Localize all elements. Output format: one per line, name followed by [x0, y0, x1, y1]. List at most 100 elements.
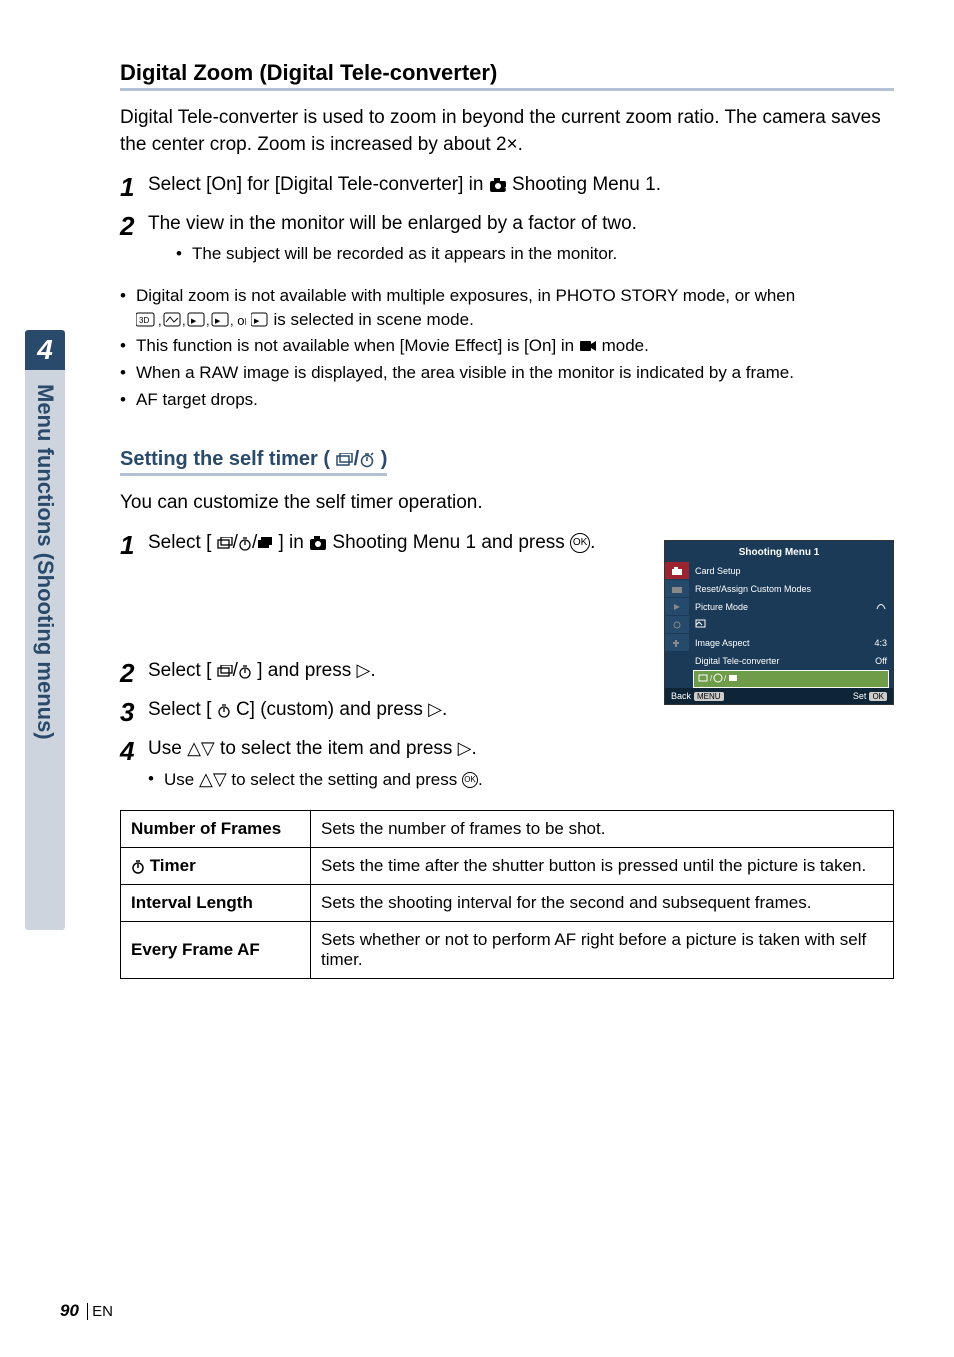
option-label: Every Frame AF — [121, 921, 311, 978]
ok-button-icon: OK — [570, 533, 590, 553]
intro-self-timer: You can customize the self timer operati… — [120, 490, 894, 517]
note-item: Digital zoom is not available with multi… — [120, 284, 894, 332]
note-item: When a RAW image is displayed, the area … — [120, 361, 894, 385]
step-number: 2 — [120, 658, 148, 689]
page-number: 90 — [60, 1301, 79, 1320]
step-text: The view in the monitor will be enlarged… — [148, 213, 637, 234]
drive-timer-highlight-icon: // — [698, 673, 738, 683]
image-quality-icon — [695, 619, 707, 629]
svg-text:, or: , or — [230, 313, 246, 328]
svg-text:,: , — [206, 313, 210, 328]
down-arrow-icon: ▽ — [213, 769, 227, 789]
table-row: Every Frame AF Sets whether or not to pe… — [121, 921, 894, 978]
option-desc: Sets the number of frames to be shot. — [311, 810, 894, 847]
option-desc: Sets the time after the shutter button i… — [311, 847, 894, 884]
lcd-row — [689, 616, 893, 634]
lcd-title: Shooting Menu 1 — [665, 545, 893, 562]
svg-text:,: , — [158, 313, 162, 328]
option-label: Timer — [121, 847, 311, 884]
ok-button-icon: OK — [462, 772, 478, 788]
scene-mode-icons: 3D, Panorama, e-Portrait group 3D , , ▶ … — [136, 312, 246, 328]
option-label: Number of Frames — [121, 810, 311, 847]
step-text: ] in — [279, 532, 310, 553]
ok-button-label: OK — [869, 692, 887, 701]
lcd-tab-custom — [665, 616, 689, 634]
self-timer-options-table: Number of Frames Sets the number of fram… — [120, 810, 894, 979]
page-lang: EN — [92, 1303, 113, 1320]
page-container: 4 Menu functions (Shooting menus) Digita… — [0, 0, 954, 1357]
intro-digital-zoom: Digital Tele-converter is used to zoom i… — [120, 105, 894, 158]
menu-button-label: MENU — [694, 692, 724, 701]
option-label: Interval Length — [121, 884, 311, 921]
lcd-menu-list: Card Setup Reset/Assign Custom Modes Pic… — [689, 562, 893, 688]
timer-icon: Self-timer icon — [359, 452, 375, 468]
step-text: Select [ — [148, 532, 211, 553]
drive-icon — [217, 537, 233, 551]
lcd-footer: BackMENU SetOK — [665, 688, 893, 704]
chapter-number: 4 — [25, 330, 65, 370]
table-row: Number of Frames Sets the number of fram… — [121, 810, 894, 847]
lcd-tab-playback — [665, 598, 689, 616]
movie-mode-icon: Movie mode icon — [579, 338, 597, 354]
chapter-side-tab: 4 Menu functions (Shooting menus) — [25, 330, 65, 930]
timer-icon — [131, 860, 145, 874]
notes-digital-zoom: Digital zoom is not available with multi… — [120, 284, 894, 412]
lcd-row: Card Setup — [689, 562, 893, 580]
step-number: 4 — [120, 736, 148, 767]
drive-icon — [217, 665, 233, 679]
camera-menu1-icon: Shooting Menu 1 icon1 — [489, 177, 507, 193]
timer-icon — [238, 537, 252, 551]
step-2-digital-zoom: 2 The view in the monitor will be enlarg… — [120, 211, 894, 269]
section-heading-digital-zoom: Digital Zoom (Digital Tele-converter) — [120, 60, 894, 91]
drive-icon: Drive/Self-timer icon — [336, 453, 354, 468]
svg-text:▶: ▶ — [215, 318, 221, 325]
svg-text:▶: ▶ — [191, 318, 197, 325]
step-1-digital-zoom: 1 Select [On] for [Digital Tele-converte… — [120, 172, 894, 203]
lcd-row-highlighted: // — [693, 670, 889, 688]
option-desc: Sets the shooting interval for the secon… — [311, 884, 894, 921]
svg-text:/: / — [710, 674, 713, 683]
note-item: This function is not available when [Mov… — [120, 334, 894, 358]
timer-icon — [217, 704, 231, 718]
chapter-title: Menu functions (Shooting menus) — [25, 370, 65, 930]
note-item: AF target drops. — [120, 388, 894, 412]
lcd-row: Reset/Assign Custom Modes — [689, 580, 893, 598]
up-arrow-icon: △ — [187, 738, 201, 758]
right-arrow-icon: ▷ — [428, 699, 442, 719]
step-number: 1 — [120, 172, 148, 203]
picture-mode-value-icon — [875, 601, 887, 611]
lcd-tab-shoot1 — [665, 562, 689, 580]
right-arrow-icon: ▷ — [357, 660, 371, 680]
svg-text:1: 1 — [504, 187, 507, 193]
lcd-tab-shoot2 — [665, 580, 689, 598]
page-footer: 90 EN — [60, 1301, 113, 1321]
drive-bold-icon — [257, 537, 273, 551]
step-1-self-timer: 1 Select [ // ] in Shooting Menu 1 and p… — [120, 530, 630, 561]
lcd-tab-setup — [665, 634, 689, 652]
step-number: 3 — [120, 697, 148, 728]
svg-text:3D: 3D — [139, 316, 149, 325]
right-arrow-icon: ▷ — [458, 738, 472, 758]
lcd-row: Image Aspect4:3 — [689, 634, 893, 652]
table-row: Timer Sets the time after the shutter bu… — [121, 847, 894, 884]
step-number: 2 — [120, 211, 148, 242]
step-text: Shooting Menu 1. — [512, 174, 661, 195]
up-arrow-icon: △ — [199, 769, 213, 789]
step-text: Shooting Menu 1 and press — [332, 532, 570, 553]
step-sub-bullet: The subject will be recorded as it appea… — [176, 242, 894, 266]
table-row: Interval Length Sets the shooting interv… — [121, 884, 894, 921]
lcd-row: Picture Mode — [689, 598, 893, 616]
svg-text:▶: ▶ — [254, 318, 260, 325]
scene-mode-icon: ▶ — [251, 312, 269, 328]
timer-icon — [238, 665, 252, 679]
svg-text:,: , — [182, 313, 186, 328]
option-desc: Sets whether or not to perform AF right … — [311, 921, 894, 978]
lcd-tab-strip — [665, 562, 689, 688]
camera-lcd-preview: Shooting Menu 1 Card Setup Reset/Assign … — [664, 540, 894, 705]
step-sub-bullet: Use △▽ to select the setting and press O… — [148, 767, 894, 792]
step-4-self-timer: 4 Use △▽ to select the item and press ▷.… — [120, 736, 894, 796]
lcd-row: Digital Tele-converterOff — [689, 652, 893, 670]
section-heading-self-timer: Setting the self timer ( Drive/Self-time… — [120, 448, 387, 476]
svg-text:/: / — [724, 674, 727, 683]
step-number: 1 — [120, 530, 148, 561]
